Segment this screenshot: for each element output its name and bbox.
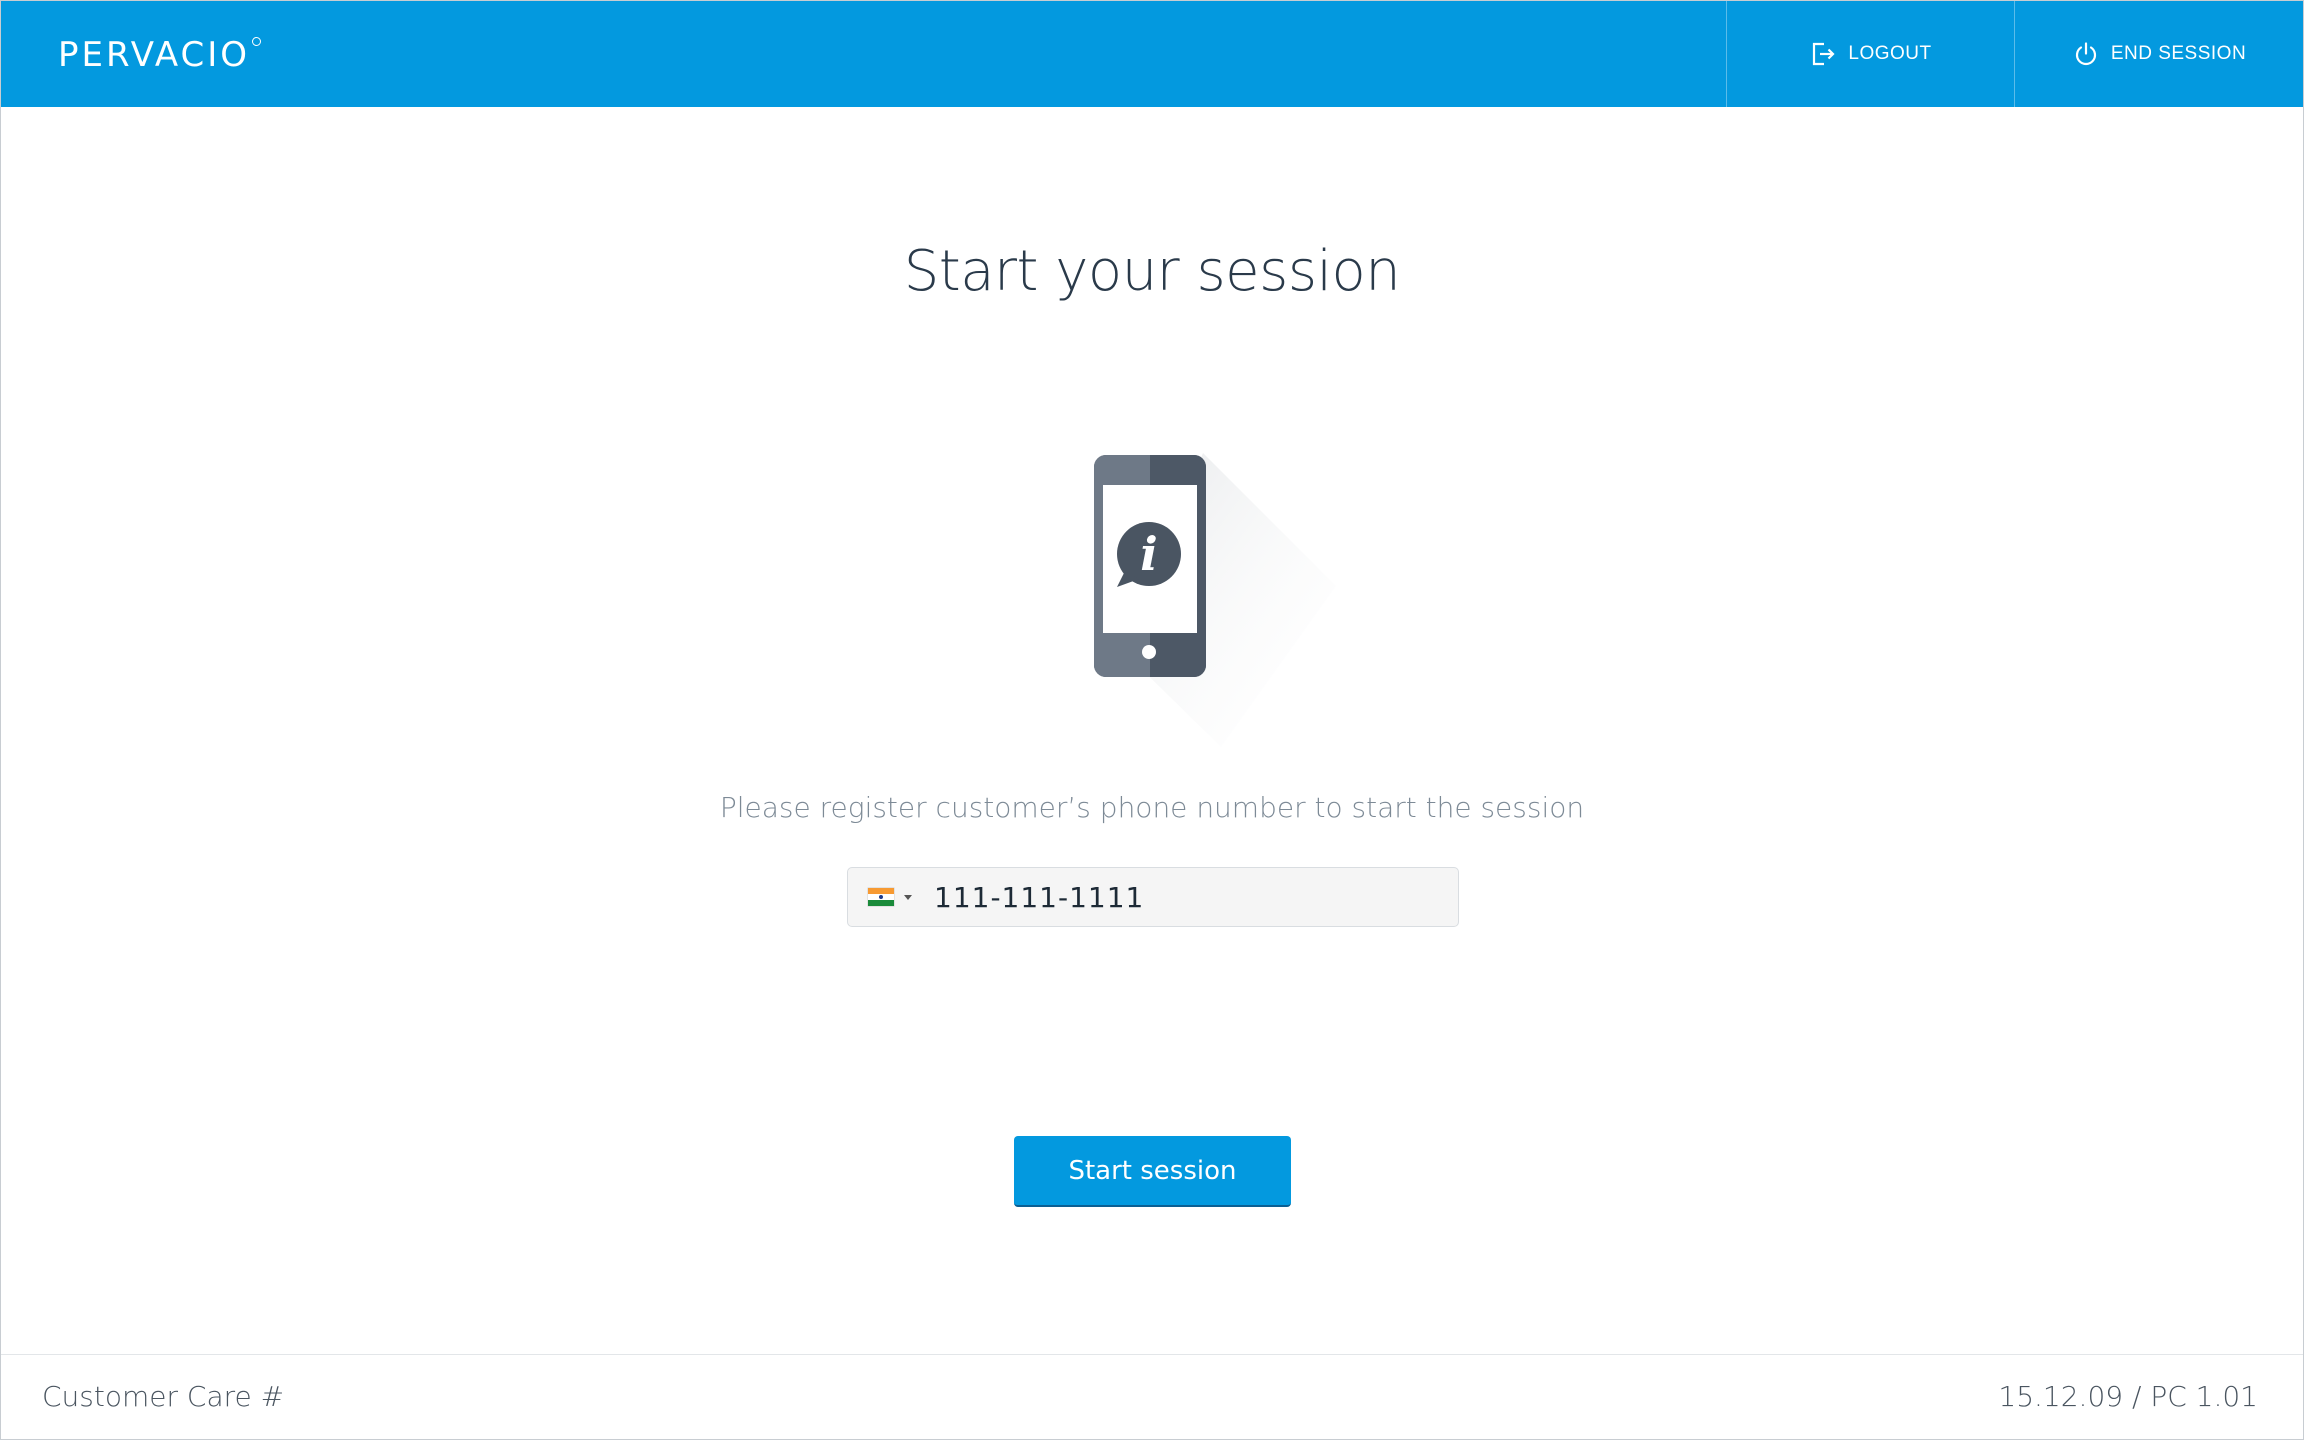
version-label: 15.12.09 / PC 1.01 [1998,1380,2258,1413]
start-session-button[interactable]: Start session [1014,1136,1291,1207]
pervacio-logo: PERVACIO [58,35,262,75]
customer-care-label: Customer Care # [42,1380,285,1413]
phone-info-icon: i [1081,447,1351,747]
logout-label: LOGOUT [1848,43,1932,64]
power-icon [2073,41,2099,67]
logo-registered-dot [252,37,262,46]
phone-number-input[interactable] [934,868,1434,926]
footer: Customer Care # 15.12.09 / PC 1.01 [1,1354,2303,1439]
country-selector[interactable] [868,868,912,926]
logout-icon [1810,41,1836,67]
phone-number-field [847,867,1459,927]
svg-text:i: i [1140,527,1157,581]
instruction-text: Please register customer’s phone number … [719,791,1585,824]
app-window: PERVACIO LOGOUT END SESSION Start your s… [0,0,2304,1440]
india-flag-icon [868,888,894,906]
end-session-label: END SESSION [2110,43,2247,64]
page-title: Start your session [903,239,1401,304]
logout-button[interactable]: LOGOUT [1726,1,2015,107]
end-session-button[interactable]: END SESSION [2014,1,2303,107]
top-header: PERVACIO LOGOUT END SESSION [1,1,2303,107]
caret-down-icon [904,894,912,900]
logo-text: PERVACIO [58,35,251,75]
